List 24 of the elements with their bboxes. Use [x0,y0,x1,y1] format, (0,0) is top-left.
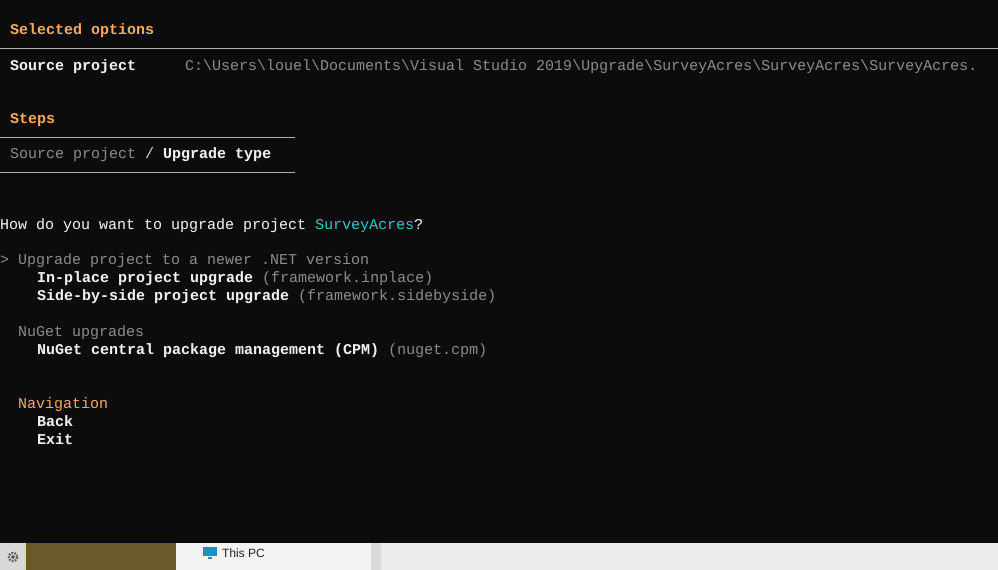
breadcrumb-step: Upgrade type [163,146,272,164]
breadcrumb-step: Source project [10,146,136,164]
group-heading: Navigation [18,396,108,414]
cursor-marker: > [0,252,10,269]
option-value: C:\Users\louel\Documents\Visual Studio 2019\Upgrade\SurveyAcres\SurveyAcres\SurveyAcres. [185,58,978,76]
option-id: (nuget.cpm) [388,342,488,360]
menu-item[interactable]: NuGet central package management (CPM) [37,342,380,360]
question-text: How do you want to upgrade project SurveyAcres? [0,217,424,235]
folder-item[interactable]: This PC [222,544,265,562]
menu-item[interactable]: Exit [37,432,74,450]
section-title: Steps [9,110,56,129]
option-label: Source project [10,58,138,76]
option-id: (framework.sidebyside) [298,288,496,306]
option-id: (framework.inplace) [262,270,434,288]
breadcrumb-separator: / [145,146,154,164]
scrollbar[interactable] [371,543,381,570]
group-heading: Upgrade project to a newer .NET version [18,252,370,270]
menu-item[interactable]: Back [37,414,74,432]
menu-item[interactable]: In-place project upgrade [37,270,254,288]
section-title: Selected options [9,21,156,40]
menu-item[interactable]: Side-by-side project upgrade [37,288,290,306]
group-heading: NuGet upgrades [18,324,144,342]
monitor-icon [202,546,218,560]
gear-icon[interactable] [0,543,26,570]
